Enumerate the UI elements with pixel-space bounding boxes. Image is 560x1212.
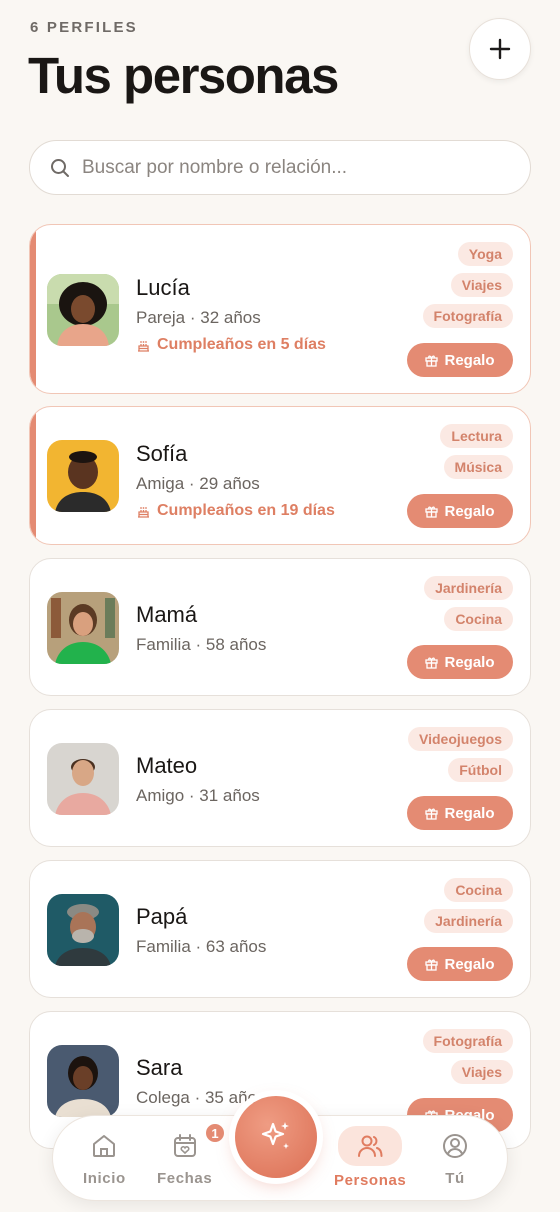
interest-tag: Yoga: [457, 242, 513, 266]
people-icon: [358, 1135, 383, 1157]
avatar: [47, 743, 119, 815]
add-person-button[interactable]: [469, 18, 531, 80]
person-name: Papá: [136, 904, 188, 929]
person-card-mateo[interactable]: Mateo Amigo · 31 años Videojuegos Fútbol…: [29, 709, 531, 847]
person-meta: Familia · 63 años: [136, 937, 267, 956]
calendar-heart-icon: [173, 1134, 196, 1157]
interest-tag: Jardinería: [424, 909, 513, 933]
interest-tag: Fútbol: [448, 758, 513, 782]
interest-tag: Jardinería: [424, 576, 513, 600]
interest-tag: Cocina: [444, 878, 513, 902]
gift-button[interactable]: Regalo: [407, 645, 513, 679]
person-name: Mamá: [136, 602, 198, 627]
nav-item-tu[interactable]: Tú: [441, 1132, 469, 1187]
avatar: [47, 274, 119, 346]
interest-tag: Cocina: [444, 607, 513, 631]
birthday-reminder: Cumpleaños en 5 días: [136, 336, 326, 354]
profile-count: 6 PERFILES: [30, 19, 138, 36]
person-meta: Familia · 58 años: [136, 635, 267, 654]
search-input[interactable]: [82, 156, 482, 179]
magic-fab-button[interactable]: [235, 1096, 317, 1178]
person-name: Mateo: [136, 753, 198, 778]
gift-icon: [425, 505, 439, 518]
cake-icon: [138, 340, 149, 352]
person-meta: Amiga · 29 años: [136, 474, 260, 493]
nav-item-fechas[interactable]: Fechas: [157, 1132, 212, 1187]
gift-icon: [425, 958, 439, 971]
gift-button[interactable]: Regalo: [407, 494, 513, 528]
person-name: Sofía: [136, 441, 188, 466]
search-icon: [51, 158, 69, 177]
gift-icon: [425, 807, 439, 820]
person-meta: Colega · 35 años: [136, 1088, 266, 1107]
gift-button[interactable]: Regalo: [407, 343, 513, 377]
person-card-lucia[interactable]: Lucía Pareja · 32 años Cumpleaños en 5 d…: [29, 224, 531, 394]
gift-icon: [425, 354, 439, 367]
interest-tag: Videojuegos: [408, 727, 513, 751]
interest-tag: Viajes: [450, 1060, 513, 1084]
person-meta: Pareja · 32 años: [136, 308, 261, 327]
gift-button[interactable]: Regalo: [407, 947, 513, 981]
home-icon: [93, 1135, 116, 1157]
avatar: [47, 894, 119, 966]
person-name: Sara: [136, 1055, 183, 1080]
interest-tag: Lectura: [440, 424, 513, 448]
plus-icon: [489, 38, 511, 60]
avatar: [47, 1045, 119, 1117]
person-meta: Amigo · 31 años: [136, 786, 260, 805]
interest-tag: Música: [443, 455, 513, 479]
page-title: Tus personas: [28, 47, 339, 104]
avatar: [47, 592, 119, 664]
nav-item-personas[interactable]: Personas: [334, 1126, 406, 1189]
person-card-mama[interactable]: Mamá Familia · 58 años Jardinería Cocina…: [29, 558, 531, 696]
interest-tag: Fotografía: [422, 304, 513, 328]
gift-button[interactable]: Regalo: [407, 796, 513, 830]
person-name: Lucía: [136, 275, 190, 300]
interest-tag: Viajes: [450, 273, 513, 297]
birthday-reminder: Cumpleaños en 19 días: [136, 502, 335, 520]
nav-item-inicio[interactable]: Inicio: [83, 1132, 126, 1187]
interest-tag: Fotografía: [422, 1029, 513, 1053]
avatar: [47, 440, 119, 512]
sparkles-icon: [261, 1122, 289, 1149]
gift-icon: [425, 656, 439, 669]
cake-icon: [138, 506, 149, 518]
user-circle-icon: [443, 1134, 467, 1158]
person-card-papa[interactable]: Papá Familia · 63 años Cocina Jardinería…: [29, 860, 531, 998]
search-bar[interactable]: [29, 140, 531, 195]
notification-badge: 1: [204, 1122, 226, 1144]
person-card-sofia[interactable]: Sofía Amiga · 29 años Cumpleaños en 19 d…: [29, 406, 531, 545]
